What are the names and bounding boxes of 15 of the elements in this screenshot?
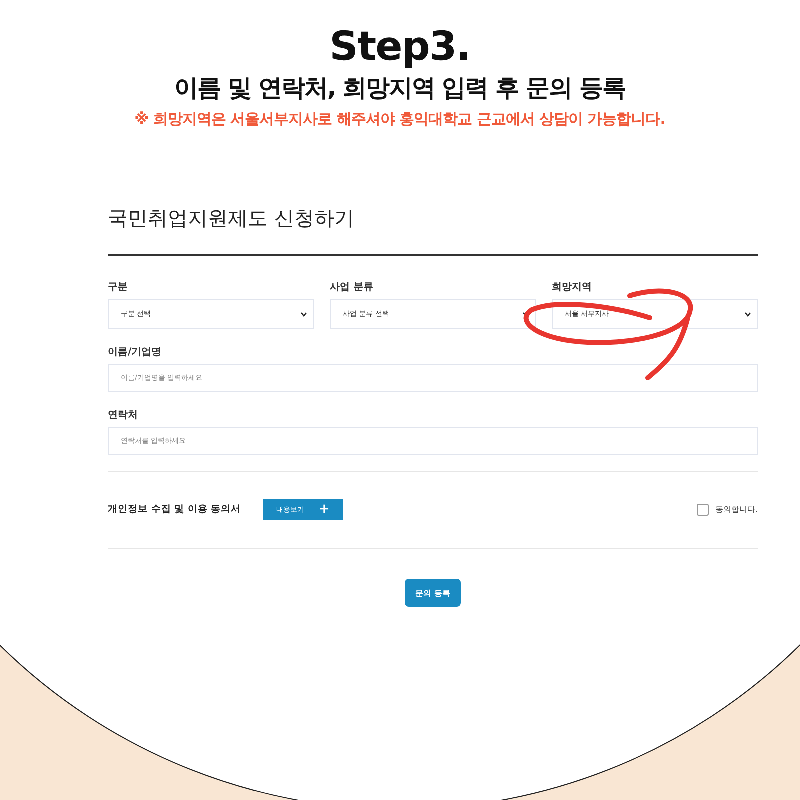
subtitle: 이름 및 연락처, 희망지역 입력 후 문의 등록 [174,73,626,104]
step-heading: Step3. [330,24,470,70]
consent-label: 개인정보 수집 및 이용 동의서 [108,503,242,516]
chevron-down-icon [745,312,751,316]
field-label: 사업 분류 [330,281,374,294]
field-label: 연락처 [108,409,138,422]
chevron-down-icon [301,312,307,316]
field-label: 이름/기업명 [108,346,162,359]
submit-button[interactable]: 문의 등록 [405,579,461,607]
notice-text: ※ 희망지역은 서울서부지사로 해주셔야 홍익대학교 근교에서 상담이 가능합니다. [134,110,666,129]
agree-label: 동의합니다. [715,504,758,515]
checkbox[interactable] [697,504,710,516]
field-label: 구분 [108,281,128,294]
form-title: 국민취업지원제도 신청하기 [108,205,758,256]
field-label: 희망지역 [552,281,592,294]
